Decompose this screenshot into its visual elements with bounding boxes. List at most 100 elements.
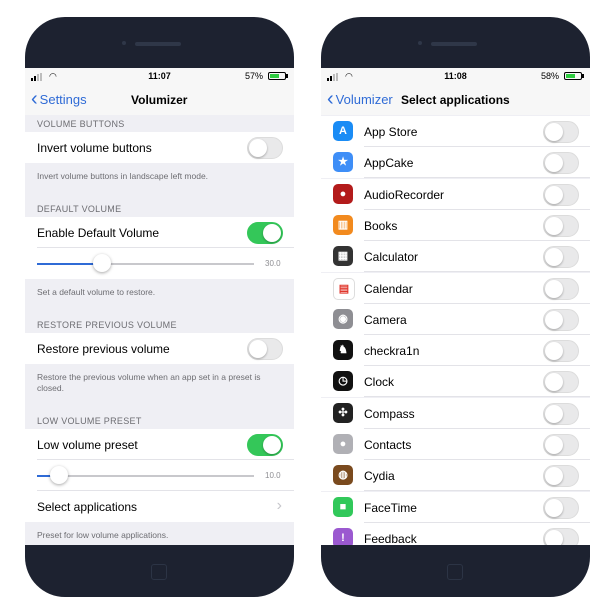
section-header-restore-previous: RESTORE PREVIOUS VOLUME: [37, 320, 177, 330]
battery-percent: 58%: [540, 71, 559, 81]
restore-previous-cell: Restore previous volume: [25, 333, 294, 364]
front-camera: [418, 41, 422, 45]
app-name: Clock: [364, 375, 395, 390]
app-row[interactable]: ▤ Calendar: [321, 272, 590, 304]
books-icon: ▥: [333, 214, 353, 235]
invert-volume-cell: Invert volume buttons: [25, 132, 294, 163]
home-indicator-square: [447, 564, 463, 580]
app-toggle[interactable]: [543, 496, 579, 519]
app-row[interactable]: ▦ Calculator: [321, 241, 590, 273]
low-volume-slider-thumb[interactable]: [49, 466, 68, 484]
app-name: AudioRecorder: [364, 187, 445, 202]
volumizer-screen: ◠ 11:07 57% ‹ Settings Volumizer VOLUME …: [25, 68, 294, 545]
app-row[interactable]: ★ AppCake: [321, 147, 590, 179]
app-row[interactable]: ◉ Camera: [321, 303, 590, 335]
app-name: checkra1n: [364, 344, 420, 359]
restore-previous-footer: Restore the previous volume when an app …: [37, 372, 261, 393]
default-volume-footer: Set a default volume to restore.: [37, 287, 156, 297]
app-name: App Store: [364, 125, 418, 139]
app-row[interactable]: ▥ Books: [321, 209, 590, 241]
enable-default-volume-label: Enable Default Volume: [37, 226, 160, 240]
home-indicator-square: [151, 564, 167, 580]
app-store-icon: A: [333, 121, 353, 141]
restore-previous-toggle[interactable]: [247, 338, 283, 360]
phone-left: ◠ 11:07 57% ‹ Settings Volumizer VOLUME …: [25, 17, 294, 597]
earpiece-speaker: [135, 42, 181, 46]
app-name: Cydia: [364, 469, 395, 484]
contacts-icon: ●: [333, 434, 353, 454]
calculator-icon: ▦: [333, 246, 353, 267]
cydia-icon: ◍: [333, 465, 353, 486]
app-toggle[interactable]: [543, 340, 579, 363]
low-volume-value: 10.0: [265, 471, 281, 480]
feedback-icon: !: [333, 527, 353, 545]
app-toggle[interactable]: [543, 152, 579, 175]
default-volume-slider-cell: 30.0: [25, 248, 294, 279]
app-name: Compass: [364, 406, 415, 421]
app-name: Camera: [364, 312, 407, 327]
battery-percent: 57%: [244, 71, 263, 81]
phone-right: ◠ 11:08 58% ‹ Volumizer Select applicati…: [321, 17, 590, 597]
app-toggle[interactable]: [543, 308, 579, 331]
compass-icon: ✣: [333, 402, 353, 423]
app-toggle[interactable]: [543, 121, 579, 143]
invert-volume-footer: Invert volume buttons in landscape left …: [37, 171, 209, 181]
audio-recorder-icon: ●: [333, 183, 353, 204]
app-row[interactable]: ● Contacts: [321, 429, 590, 460]
front-camera: [122, 41, 126, 45]
enable-default-volume-cell: Enable Default Volume: [25, 217, 294, 248]
app-row[interactable]: ♞ checkra1n: [321, 335, 590, 367]
default-volume-value: 30.0: [265, 259, 281, 268]
low-volume-preset-cell: Low volume preset: [25, 429, 294, 460]
app-row[interactable]: A App Store: [321, 116, 590, 147]
app-row[interactable]: ✣ Compass: [321, 397, 590, 429]
app-row[interactable]: ◷ Clock: [321, 366, 590, 398]
low-volume-slider[interactable]: [37, 475, 254, 477]
invert-volume-toggle[interactable]: [247, 137, 283, 159]
back-button[interactable]: ‹ Volumizer: [327, 89, 393, 109]
app-toggle[interactable]: [543, 434, 579, 456]
app-row[interactable]: ■ FaceTime: [321, 491, 590, 523]
clock-icon: ◷: [333, 371, 353, 392]
chevron-right-icon: ›: [276, 497, 282, 514]
status-bar: ◠ 11:08 58%: [321, 68, 590, 85]
navigation-bar: ‹ Volumizer Select applications: [321, 85, 590, 115]
app-row[interactable]: ● AudioRecorder: [321, 178, 590, 210]
battery-icon: [564, 72, 582, 80]
back-label: Settings: [39, 91, 87, 107]
select-applications-label: Select applications: [37, 500, 138, 514]
enable-default-volume-toggle[interactable]: [247, 222, 283, 244]
app-toggle[interactable]: [543, 527, 579, 545]
app-toggle[interactable]: [543, 465, 579, 488]
page-title: Select applications: [401, 93, 510, 107]
app-name: FaceTime: [364, 500, 417, 515]
app-toggle[interactable]: [543, 402, 579, 425]
app-toggle[interactable]: [543, 183, 579, 206]
appcake-icon: ★: [333, 152, 353, 173]
app-name: Calendar: [364, 281, 413, 296]
select-applications-screen: ◠ 11:08 58% ‹ Volumizer Select applicati…: [321, 68, 590, 545]
chevron-left-icon: ‹: [31, 88, 38, 110]
default-volume-slider[interactable]: [37, 263, 254, 265]
app-toggle[interactable]: [543, 277, 579, 300]
calendar-icon: ▤: [333, 277, 355, 300]
app-name: Calculator: [364, 250, 419, 265]
earpiece-speaker: [431, 42, 477, 46]
section-header-volume-buttons: VOLUME BUTTONS: [37, 119, 125, 129]
app-toggle[interactable]: [543, 246, 579, 269]
app-toggle[interactable]: [543, 371, 579, 394]
low-volume-slider-cell: 10.0: [25, 460, 294, 491]
app-name: Contacts: [364, 438, 412, 452]
camera-icon: ◉: [333, 308, 353, 329]
back-button[interactable]: ‹ Settings: [31, 88, 87, 110]
select-applications-cell[interactable]: Select applications ›: [25, 491, 294, 522]
low-volume-preset-label: Low volume preset: [37, 438, 138, 452]
low-volume-preset-toggle[interactable]: [247, 434, 283, 456]
app-row[interactable]: ◍ Cydia: [321, 460, 590, 492]
checkra1n-icon: ♞: [333, 340, 353, 361]
restore-previous-label: Restore previous volume: [37, 342, 170, 356]
app-row[interactable]: ! Feedback: [321, 522, 590, 545]
page-title: Volumizer: [131, 93, 188, 107]
default-volume-slider-thumb[interactable]: [93, 254, 112, 272]
app-toggle[interactable]: [543, 214, 579, 237]
